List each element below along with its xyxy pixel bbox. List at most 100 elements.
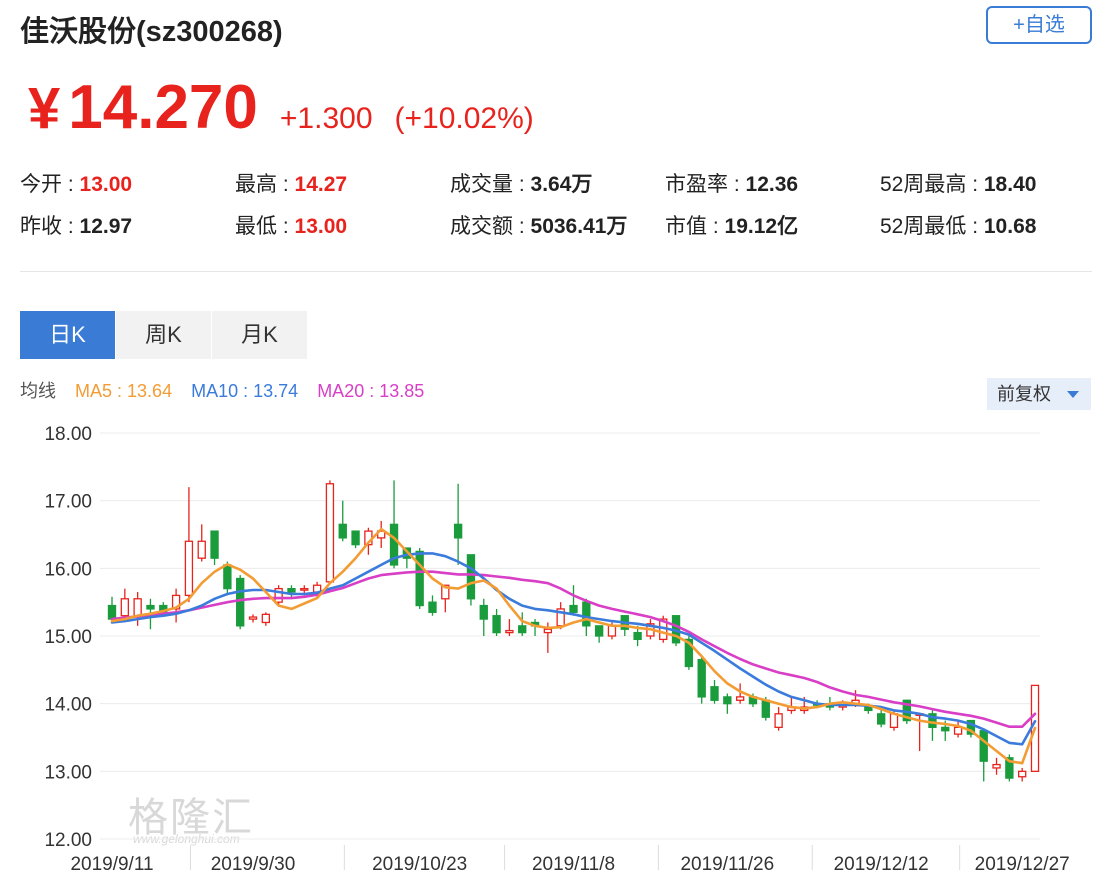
tab-daily-k[interactable]: 日K (20, 311, 115, 359)
candle-up (325, 483, 335, 583)
candle-up (774, 713, 783, 729)
ma10-legend: MA10 : 13.74 (191, 381, 299, 401)
candle-up (992, 763, 1001, 769)
caret-down-icon (1067, 391, 1079, 398)
stat-item: 昨收 : 12.97 (20, 210, 132, 240)
kline-tabs: 日K 周K 月K (20, 311, 308, 359)
candle-up (953, 726, 963, 735)
stat-item: 成交量 : 3.64万 (450, 168, 592, 198)
ma5-line (110, 527, 1037, 765)
tab-monthly-k[interactable]: 月K (212, 311, 307, 359)
y-tick-label: 17.00 (44, 492, 92, 513)
stat-label: 52周最高 : (880, 173, 984, 196)
adjust-dropdown[interactable]: 前复权 (987, 378, 1091, 410)
stat-item: 成交额 : 5036.41万 (450, 210, 627, 240)
stat-value: 3.64万 (530, 173, 593, 196)
stat-value: 18.40 (983, 173, 1037, 196)
stat-label: 市值 : (665, 215, 725, 238)
stat-value: 12.97 (79, 215, 133, 238)
candle-down (236, 577, 245, 627)
candle-down (479, 604, 488, 620)
candle-up (505, 629, 514, 634)
stat-label: 成交量 : (450, 173, 531, 196)
tab-weekly-k[interactable]: 周K (116, 311, 211, 359)
currency-symbol: ¥ (28, 76, 61, 141)
stat-item: 最高 : 14.27 (235, 168, 347, 198)
candle-up (1018, 770, 1027, 778)
add-watchlist-button[interactable]: +自选 (986, 6, 1092, 44)
candle-down (569, 604, 578, 613)
ma20-legend: MA20 : 13.85 (317, 381, 425, 401)
candle-up (300, 587, 309, 591)
candle-down (466, 554, 476, 600)
x-tick-label: 2019/9/11 (70, 854, 153, 875)
stat-value: 13.00 (294, 215, 348, 238)
candle-down (351, 530, 360, 546)
candle-down (979, 730, 988, 762)
ma-legend: 均线 MA5 : 13.64 MA10 : 13.74 MA20 : 13.85 (20, 377, 438, 403)
stat-label: 昨收 : (20, 215, 80, 238)
candle-down (864, 706, 873, 712)
candle-up (197, 540, 206, 559)
candle-down (633, 631, 642, 641)
candle-up (261, 613, 271, 624)
stat-label: 市盈率 : (665, 173, 746, 196)
candle-down (492, 615, 501, 634)
candle-up (133, 598, 142, 617)
candle-down (582, 601, 591, 627)
candle-down (941, 726, 950, 732)
ma5-legend: MA5 : 13.64 (75, 381, 173, 401)
y-tick-label: 18.00 (44, 424, 92, 445)
candle-down (415, 550, 424, 607)
candle-down (518, 625, 527, 634)
candle-down (453, 523, 463, 539)
stat-item: 52周最低 : 10.68 (880, 210, 1036, 240)
x-tick-label: 2019/11/26 (680, 854, 774, 875)
kline-chart: 18.00 17.00 16.00 15.00 14.00 13.00 12.00 2019/… (44, 424, 1070, 875)
candle-down (594, 625, 604, 637)
candle-down (723, 696, 732, 705)
candle-up (543, 628, 553, 634)
candle-up (120, 598, 129, 617)
stat-label: 52周最低 : (880, 215, 984, 238)
x-tick-label: 2019/10/23 (372, 854, 467, 875)
stat-label: 最低 : (235, 215, 295, 238)
stat-label: 最高 : (235, 173, 295, 196)
candle-down (428, 601, 437, 613)
stat-value: 12.36 (745, 173, 799, 196)
y-tick-label: 16.00 (44, 559, 92, 580)
candle-down (210, 530, 219, 559)
candle-down (761, 699, 770, 718)
stat-label: 今开 : (20, 173, 80, 196)
candle-up (735, 696, 745, 701)
x-tick-label: 2019/12/27 (975, 854, 1070, 875)
divider (20, 271, 1092, 272)
candle-down (710, 686, 719, 701)
current-price: 14.270 (68, 73, 258, 142)
stat-value: 13.00 (79, 173, 133, 196)
stock-title: 佳沃股份(sz300268) (20, 16, 283, 48)
stat-item: 市盈率 : 12.36 (665, 168, 798, 198)
candle-up (607, 625, 617, 637)
candle-down (876, 713, 886, 725)
stat-item: 市值 : 19.12亿 (665, 210, 798, 240)
candle-down (287, 587, 296, 593)
price-change: +1.300 (279, 102, 373, 135)
stat-value: 5036.41万 (530, 215, 628, 238)
adjust-label: 前复权 (997, 384, 1051, 404)
candle-down (338, 523, 347, 539)
stat-value: 14.27 (294, 173, 348, 196)
stat-item: 最低 : 13.00 (235, 210, 347, 240)
candle-down (146, 604, 155, 610)
stat-item: 52周最高 : 18.40 (880, 168, 1036, 198)
candle-down (223, 564, 232, 590)
stat-value: 19.12亿 (724, 215, 799, 238)
candle-up (248, 616, 258, 620)
candle-down (107, 604, 117, 620)
y-tick-label: 15.00 (44, 627, 92, 648)
candle-down (697, 659, 706, 698)
ma-legend-label: 均线 (20, 381, 56, 401)
y-tick-label: 12.00 (44, 830, 92, 851)
x-tick-label: 2019/12/12 (834, 854, 929, 875)
price-row: ¥14.270 +1.300 (+10.02%) (28, 72, 534, 143)
